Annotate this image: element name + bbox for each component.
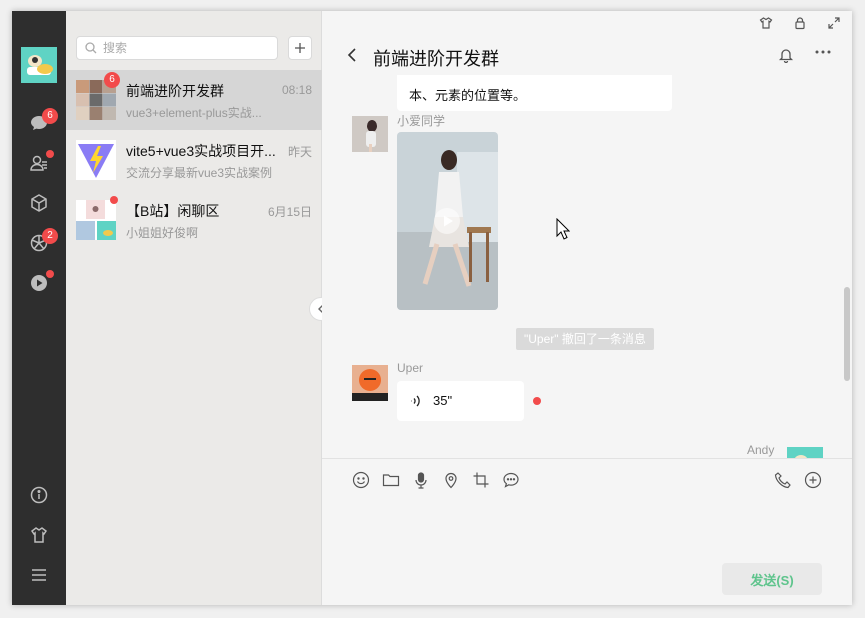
input-toolbar [352,471,520,489]
add-circle-icon[interactable] [804,471,822,489]
unread-dot [110,196,118,204]
lock-icon[interactable] [792,15,808,31]
conversation-name: vite5+vue3实战项目开... [126,143,276,159]
unplayed-dot [533,397,541,405]
conversation-name: 前端进阶开发群 [126,83,224,99]
cube-icon[interactable] [27,191,51,215]
recall-notice: "Uper" 撤回了一条消息 [516,328,654,350]
chat-title: 前端进阶开发群 [373,49,499,69]
conversation-preview: 交流分享最新vue3实战案例 [126,166,273,180]
video-dot [46,270,54,278]
avatar[interactable] [352,116,388,152]
crop-icon[interactable] [472,471,490,489]
sender-name: Uper [397,361,424,375]
microphone-icon[interactable] [412,471,430,489]
voice-icon [411,395,420,407]
conversation-preview: 小姐姐好俊啊 [126,226,199,240]
search-icon [85,42,97,54]
group-avatar [76,200,116,240]
voice-message[interactable]: 35" [397,381,524,421]
conversation-preview: vue3+element-plus实战... [126,106,262,120]
conversation-list: 6 前端进阶开发群 08:18 vue3+element-plus实战... v… [66,11,322,605]
menu-icon[interactable] [27,563,51,587]
scrollbar[interactable] [844,287,850,381]
more-icon[interactable] [814,49,832,55]
divider [322,458,852,459]
video-thumbnail[interactable] [397,132,498,310]
conversation-time: 昨天 [287,145,312,159]
chat-panel: 前端进阶开发群 本、元素的位置等。 小爱同学 "Uper" 撤回了一条消息 Up… [322,11,852,605]
bell-icon[interactable] [778,47,794,63]
avatar[interactable] [787,447,823,458]
skin-icon[interactable] [27,523,51,547]
avatar[interactable] [352,365,388,401]
mouse-cursor-icon [556,218,570,240]
info-icon[interactable] [27,483,51,507]
unread-badge: 6 [104,72,120,88]
skin-icon[interactable] [758,15,774,31]
contacts-dot [46,150,54,158]
search-input[interactable] [103,39,273,57]
back-icon[interactable] [346,47,360,63]
message-text: 本、元素的位置等。 [409,88,527,103]
app-window: 6 2 搜索 6 前端进阶开发群 08:18 vue3+element-plus… [12,11,852,605]
moments-badge: 2 [42,228,58,244]
conversation-item[interactable]: 【B站】闲聊区 6月15日 小姐姐好俊啊 [66,190,322,250]
chat-bubble-icon[interactable] [502,471,520,489]
chat-header: 前端进阶开发群 [322,39,852,75]
emoji-icon[interactable] [352,471,370,489]
vite-logo [76,140,116,180]
conversation-item[interactable]: vite5+vue3实战项目开... 昨天 交流分享最新vue3实战案例 [66,130,322,190]
conversation-item[interactable]: 6 前端进阶开发群 08:18 vue3+element-plus实战... [66,70,322,130]
nav-rail: 6 2 [12,11,66,605]
search-box [76,36,278,60]
conversation-time: 6月15日 [267,205,312,219]
play-icon[interactable] [433,207,461,235]
folder-icon[interactable] [382,471,400,489]
plus-icon [295,43,305,53]
voice-duration: 35" [433,393,453,408]
input-toolbar-right [774,471,822,489]
sender-name: 小爱同学 [397,114,446,128]
message-bubble: 本、元素的位置等。 [397,75,672,111]
user-avatar[interactable] [21,47,57,83]
sender-name: Andy [747,443,775,457]
phone-icon[interactable] [774,471,792,489]
window-controls [758,15,842,31]
conversation-time: 08:18 [281,83,312,97]
chat-badge: 6 [42,108,58,124]
send-button[interactable]: 发送(S) [722,563,822,595]
maximize-icon[interactable] [826,15,842,31]
location-icon[interactable] [442,471,460,489]
conversation-name: 【B站】闲聊区 [126,203,220,219]
message-list: 本、元素的位置等。 小爱同学 "Uper" 撤回了一条消息 Uper 35" A… [322,75,852,458]
add-button[interactable] [288,36,312,60]
message-input[interactable] [342,501,832,561]
